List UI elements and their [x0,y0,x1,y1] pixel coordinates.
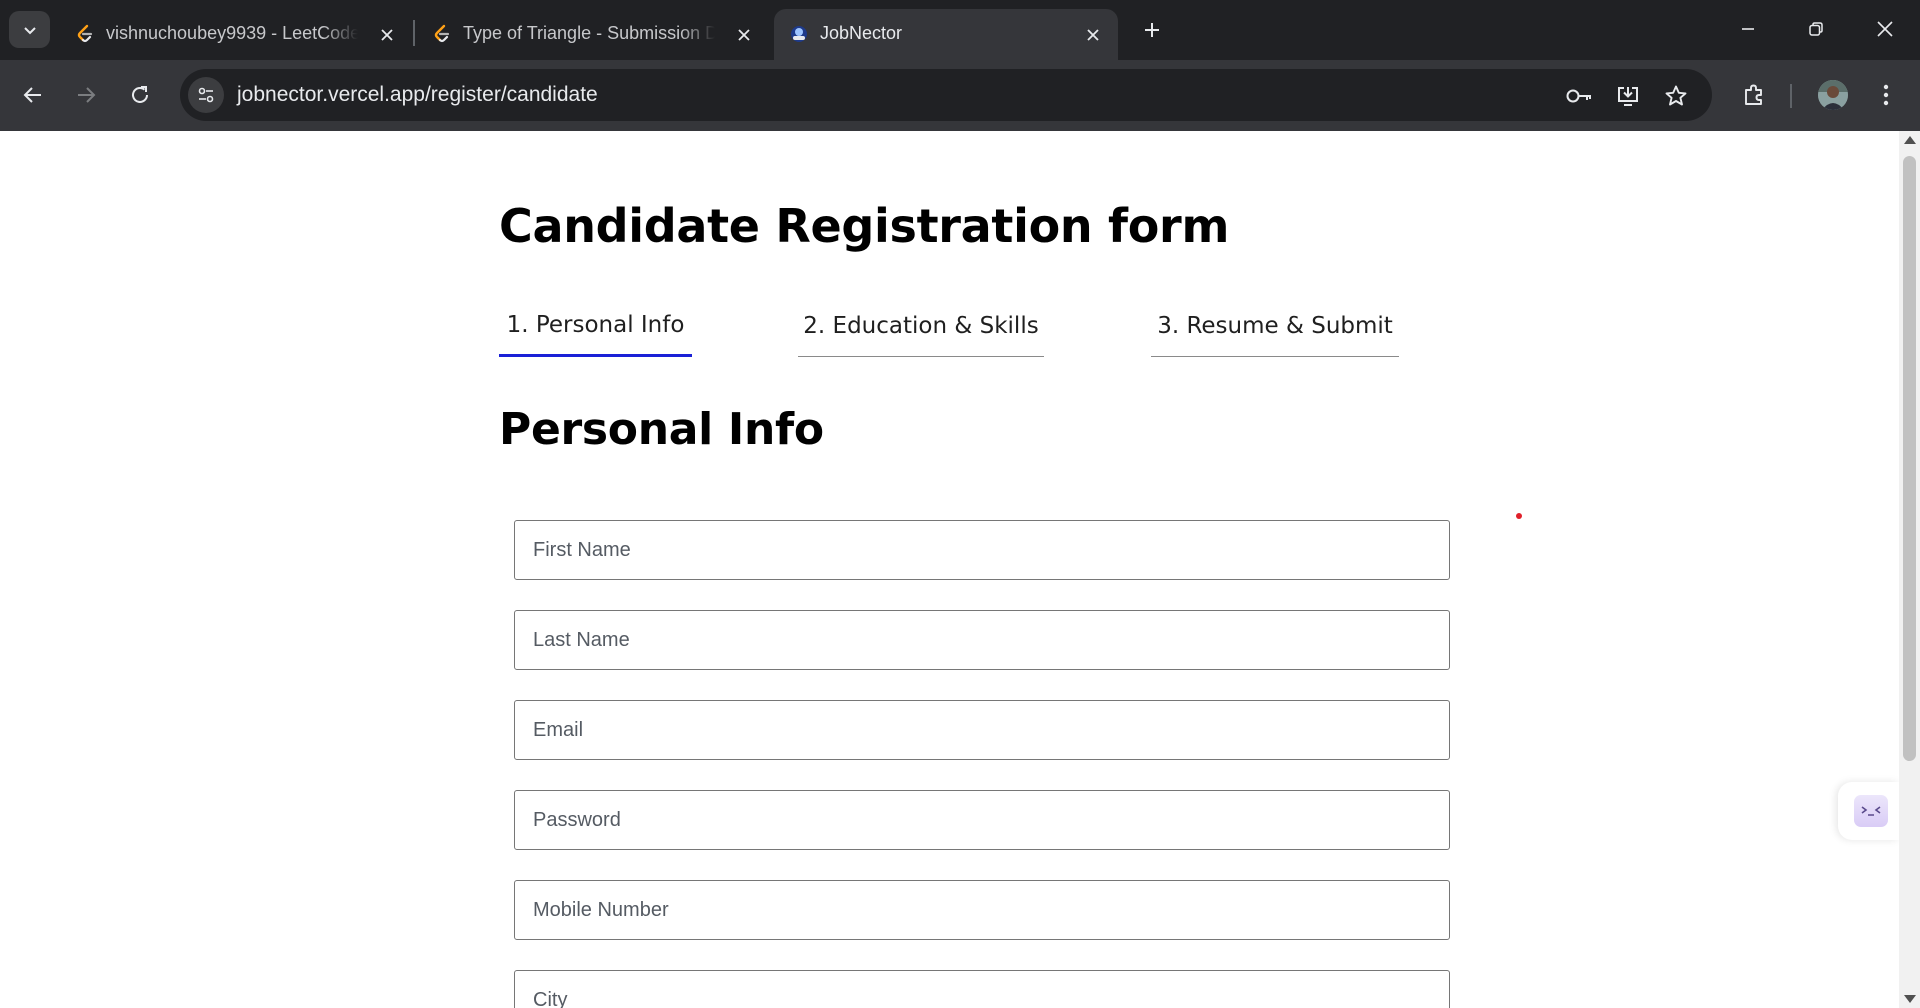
floating-side-widget[interactable] [1838,782,1899,840]
city-input[interactable] [514,970,1450,1008]
reload-button[interactable] [122,77,158,113]
jobnector-icon [791,26,807,42]
scrollbar-thumb[interactable] [1903,156,1916,761]
tab-triangle-submission[interactable]: Type of Triangle - Submission Detail [417,9,769,60]
site-info-button[interactable] [188,77,224,113]
cursor-dot [1516,513,1522,519]
extensions-icon [1745,84,1762,105]
address-bar[interactable]: jobnector.vercel.app/register/candidate [180,69,1712,121]
install-app-icon [1618,87,1638,106]
close-icon [1877,21,1893,37]
step-tab-resume-submit[interactable]: 3. Resume & Submit [1151,295,1399,357]
tab-title: vishnuchoubey9939 - LeetCode [106,23,358,43]
browser-toolbar: jobnector.vercel.app/register/candidate [0,60,1920,131]
tab-search-button[interactable] [9,11,50,48]
restore-icon [1809,22,1823,36]
tab-jobnector[interactable]: JobNector [774,9,1118,60]
forward-icon [78,87,96,103]
bookmark-button[interactable] [1661,81,1691,111]
more-menu-icon [1883,84,1889,106]
forward-button[interactable] [68,77,104,113]
reload-icon [132,86,148,103]
scroll-down-arrow[interactable] [1904,995,1916,1003]
email-input[interactable] [514,700,1450,760]
close-icon[interactable] [1082,24,1104,46]
mobile-number-input[interactable] [514,880,1450,940]
first-name-input[interactable] [514,520,1450,580]
restore-button[interactable] [1801,14,1831,44]
page-viewport: Candidate Registration form 1. Personal … [0,131,1899,1008]
avatar-icon [1818,80,1848,110]
extensions-button[interactable] [1736,77,1772,113]
tab-title: Type of Triangle - Submission Detail [463,23,715,43]
widget-icon [1854,795,1888,827]
step-tab-education-skills[interactable]: 2. Education & Skills [798,295,1044,357]
bookmark-star-icon [1665,85,1687,106]
leetcode-icon [77,24,93,43]
tab-divider [413,20,415,46]
section-title: Personal Info [499,404,824,455]
last-name-input[interactable] [514,610,1450,670]
password-input[interactable] [514,790,1450,850]
profile-avatar[interactable] [1818,80,1848,110]
site-settings-icon [198,87,214,103]
url-text: jobnector.vercel.app/register/candidate [237,83,598,106]
password-manager-button[interactable] [1564,81,1594,111]
minimize-button[interactable] [1733,14,1763,44]
leetcode-icon [434,24,450,43]
close-icon[interactable] [376,24,398,46]
plus-icon [1145,23,1159,37]
tab-leetcode[interactable]: vishnuchoubey9939 - LeetCode [60,9,412,60]
chrome-menu-button[interactable] [1868,77,1904,113]
back-icon [23,87,41,103]
page-title: Candidate Registration form [499,199,1230,253]
tab-title: JobNector [820,23,903,43]
new-tab-button[interactable] [1138,16,1166,44]
password-key-icon [1566,89,1591,103]
install-app-button[interactable] [1613,81,1643,111]
page-scrollbar[interactable] [1899,131,1920,1008]
step-tab-personal-info[interactable]: 1. Personal Info [499,295,692,357]
chevron-down-icon [23,26,36,34]
browser-tab-strip: vishnuchoubey9939 - LeetCode Type of Tri… [0,0,1920,60]
close-window-button[interactable] [1870,14,1900,44]
back-button[interactable] [15,77,51,113]
minimize-icon [1742,28,1754,30]
close-icon[interactable] [733,24,755,46]
toolbar-divider [1790,84,1792,108]
scroll-up-arrow[interactable] [1904,136,1916,144]
